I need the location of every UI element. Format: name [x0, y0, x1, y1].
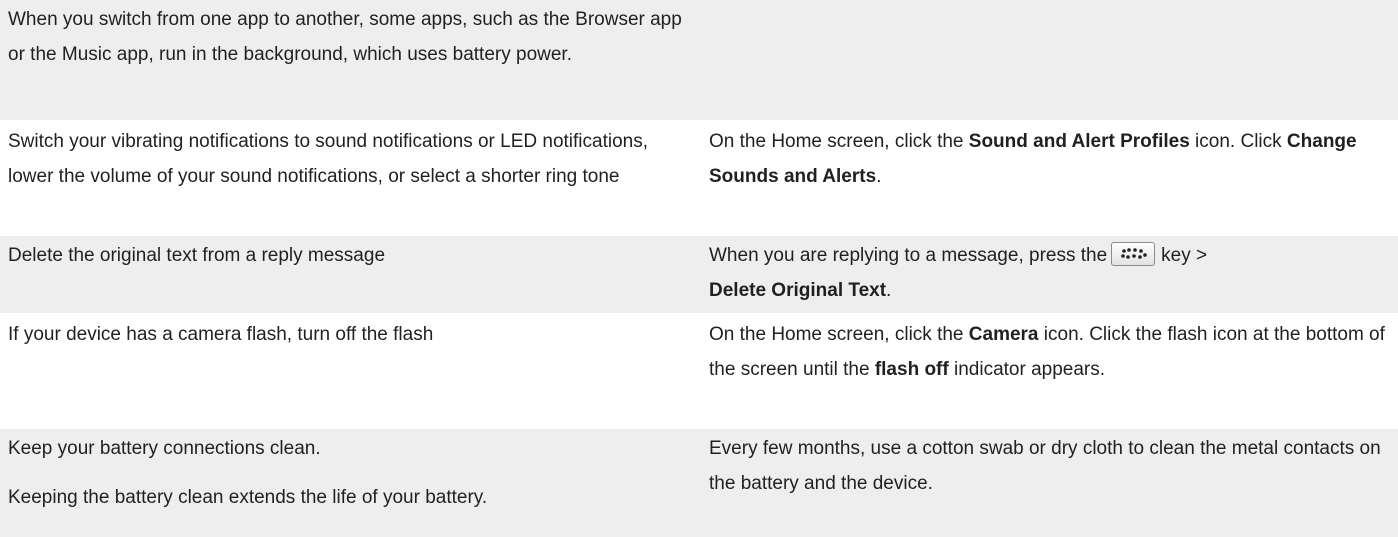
instruction-text: Every few months, use a cotton swab or d…: [709, 438, 1381, 494]
tip-text: When you switch from one app to another,…: [8, 9, 682, 65]
instruction-cell: [698, 0, 1398, 120]
tip-cell: If your device has a camera flash, turn …: [0, 315, 698, 427]
instruction-text: On the Home screen, click the: [709, 131, 969, 152]
tip-cell: When you switch from one app to another,…: [0, 0, 698, 120]
tip-detail-text: Keeping the battery clean extends the li…: [8, 487, 488, 508]
blackberry-menu-key-icon: [1111, 242, 1156, 266]
instruction-text: indicator appears.: [948, 359, 1106, 380]
instruction-cell: When you are replying to a message, pres…: [698, 236, 1398, 313]
instruction-text: On the Home screen, click the: [709, 324, 969, 345]
tip-text: Delete the original text from a reply me…: [8, 245, 386, 266]
delete-original-text-label: Delete Original Text: [709, 280, 887, 301]
sound-alert-profiles-label: Sound and Alert Profiles: [968, 131, 1190, 152]
flash-off-label: flash off: [874, 359, 949, 380]
instruction-cell: On the Home screen, click the Sound and …: [698, 122, 1398, 234]
instruction-text: key >: [1161, 245, 1208, 266]
instruction-text: .: [886, 280, 892, 301]
tip-cell: Delete the original text from a reply me…: [0, 236, 698, 313]
battery-tips-table: When you switch from one app to another,…: [0, 0, 1398, 537]
camera-label: Camera: [968, 324, 1039, 345]
table-row: If your device has a camera flash, turn …: [0, 315, 1398, 429]
table-row: Delete the original text from a reply me…: [0, 236, 1398, 315]
instruction-text: icon. Click: [1189, 131, 1287, 152]
instruction-text: .: [876, 166, 882, 187]
table-row: Keep your battery connections clean. Kee…: [0, 429, 1398, 537]
tip-text: Switch your vibrating notifications to s…: [8, 131, 648, 187]
tip-cell: Keep your battery connections clean. Kee…: [0, 429, 698, 537]
instruction-text: When you are replying to a message, pres…: [709, 245, 1108, 266]
table-row: When you switch from one app to another,…: [0, 0, 1398, 122]
instruction-cell: On the Home screen, click the Camera ico…: [698, 315, 1398, 427]
tip-cell: Switch your vibrating notifications to s…: [0, 122, 698, 234]
tip-text: Keep your battery connections clean.: [8, 438, 321, 459]
tip-text: If your device has a camera flash, turn …: [8, 324, 434, 345]
instruction-cell: Every few months, use a cotton swab or d…: [698, 429, 1398, 537]
table-row: Switch your vibrating notifications to s…: [0, 122, 1398, 236]
